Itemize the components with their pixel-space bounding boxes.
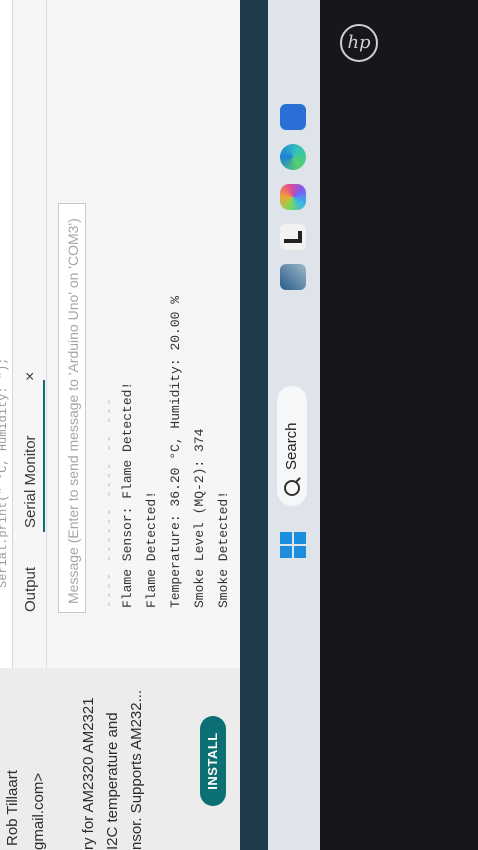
- editor-edge: Serial.print(" °C, Humidity: ");: [0, 0, 13, 668]
- store-icon[interactable]: [280, 104, 306, 130]
- serial-output-line: Flame Sensor: Flame Detected!: [120, 381, 135, 608]
- widgets-icon[interactable]: [280, 264, 306, 290]
- library-manager-panel: Rob Tillaart gmail.com> ry for AM2320 AM…: [0, 667, 240, 850]
- library-author: Rob Tillaart: [4, 770, 21, 846]
- arduino-ide-window: Rob Tillaart gmail.com> ry for AM2320 AM…: [0, 0, 240, 850]
- ide-status-bar: [240, 0, 268, 850]
- serial-output-line: Flame Detected!: [144, 490, 159, 608]
- copilot-icon[interactable]: [280, 184, 306, 210]
- hp-logo: hp: [340, 24, 378, 62]
- library-description-line-2: I2C temperature and: [104, 712, 121, 850]
- serial-output-line: Temperature: 36.20 °C, Humidity: 20.00 %: [168, 295, 183, 608]
- laptop-bezel: hp: [320, 0, 478, 850]
- output-area: Serial.print(" °C, Humidity: "); Output …: [0, 0, 240, 668]
- serial-output-line: Smoke Detected!: [216, 490, 231, 608]
- library-description-line-3: nsor. Supports AM232...: [128, 689, 145, 850]
- file-explorer-icon[interactable]: [280, 224, 306, 250]
- windows-taskbar: Search: [268, 0, 320, 850]
- windows-start-icon[interactable]: [280, 532, 306, 558]
- library-description-line-1: ry for AM2320 AM2321: [80, 697, 97, 850]
- panel-tabs: Output Serial Monitor ×: [16, 0, 47, 668]
- laptop-screen: Rob Tillaart gmail.com> ry for AM2320 AM…: [0, 0, 478, 850]
- taskbar-search-box[interactable]: Search: [277, 386, 307, 506]
- search-label: Search: [283, 422, 300, 470]
- close-icon[interactable]: ×: [22, 372, 40, 381]
- tab-serial-monitor[interactable]: Serial Monitor: [22, 435, 39, 528]
- edge-icon[interactable]: [280, 144, 306, 170]
- install-button[interactable]: INSTALL: [200, 716, 226, 806]
- editor-code-fragment: Serial.print(" °C, Humidity: ");: [0, 357, 10, 588]
- search-icon: [284, 480, 300, 496]
- serial-message-input[interactable]: Message (Enter to send message to 'Ardui…: [58, 203, 86, 613]
- serial-output-line: Smoke Level (MQ-2): 374: [192, 428, 207, 608]
- tab-output[interactable]: Output: [22, 567, 39, 612]
- active-tab-indicator: [43, 380, 45, 532]
- output-separator: ---- ------ ---- -- ---: [102, 396, 116, 608]
- screen-photo: Rob Tillaart gmail.com> ry for AM2320 AM…: [0, 0, 478, 850]
- library-email: gmail.com>: [30, 772, 47, 850]
